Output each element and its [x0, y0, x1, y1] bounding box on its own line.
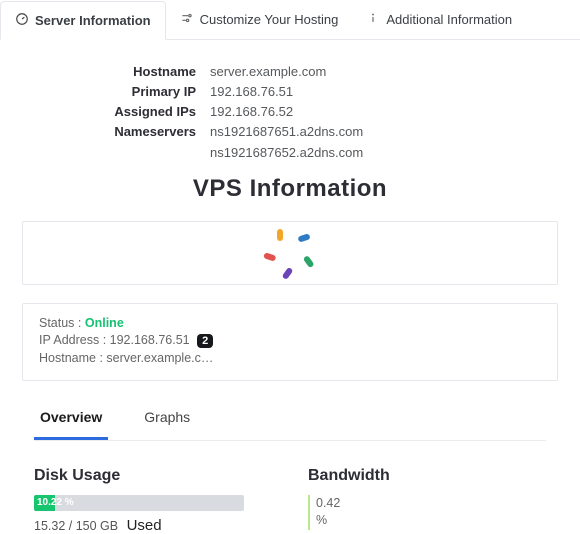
info-label: Hostname: [0, 62, 210, 82]
disk-usage-block: Disk Usage 10.22 % 15.32 / 150 GB Used: [34, 467, 272, 534]
vps-subtabs: Overview Graphs: [34, 399, 546, 441]
main-tabbar: Server Information Customize Your Hostin…: [0, 0, 580, 40]
subtab-overview[interactable]: Overview: [34, 399, 108, 440]
info-row-assigned-ips: Assigned IPs 192.168.76.52: [0, 102, 580, 122]
info-row-primary-ip: Primary IP 192.168.76.51: [0, 82, 580, 102]
loading-spinner-icon: [277, 240, 303, 266]
dashboard-icon: [15, 12, 29, 29]
info-row-nameservers: Nameservers ns1921687651.a2dns.com: [0, 122, 580, 142]
disk-usage-used-label: Used: [127, 517, 162, 534]
disk-usage-title: Disk Usage: [34, 467, 272, 485]
info-icon: [366, 11, 380, 28]
vps-loading-panel: [22, 221, 558, 285]
bandwidth-value: 0.42: [316, 495, 546, 513]
hostname-value: server.example.c…: [106, 351, 213, 365]
tab-label: Additional Information: [386, 12, 512, 27]
disk-usage-progress: 10.22 %: [34, 495, 244, 511]
info-row-hostname: Hostname server.example.com: [0, 62, 580, 82]
disk-usage-percent: 10.22 %: [37, 495, 74, 511]
status-value: Online: [85, 316, 124, 330]
vps-status-panel: Status : Online IP Address : 192.168.76.…: [22, 303, 558, 381]
disk-usage-detail: 15.32 / 150 GB Used: [34, 517, 272, 534]
usage-section: Disk Usage 10.22 % 15.32 / 150 GB Used B…: [34, 467, 546, 534]
info-label: Nameservers: [0, 122, 210, 142]
tab-label: Server Information: [35, 13, 151, 28]
ip-value: 192.168.76.51: [110, 333, 190, 347]
subtab-graphs[interactable]: Graphs: [138, 399, 196, 440]
info-value: server.example.com: [210, 62, 326, 82]
vps-title: VPS Information: [0, 175, 580, 203]
tab-additional-info[interactable]: Additional Information: [352, 0, 526, 39]
info-value: ns1921687652.a2dns.com: [210, 143, 363, 163]
info-label: [0, 143, 210, 163]
bandwidth-values: 0.42 %: [308, 495, 546, 530]
info-value: 192.168.76.51: [210, 82, 293, 102]
tab-label: Customize Your Hosting: [200, 12, 339, 27]
ip-line: IP Address : 192.168.76.51 2: [39, 333, 541, 348]
status-label: Status :: [39, 316, 81, 330]
server-info-list: Hostname server.example.com Primary IP 1…: [0, 62, 580, 163]
status-line: Status : Online: [39, 316, 541, 330]
bandwidth-block: Bandwidth 0.42 %: [308, 467, 546, 534]
disk-usage-amount: 15.32 / 150 GB: [34, 519, 118, 533]
hostname-label: Hostname :: [39, 351, 103, 365]
ip-label: IP Address :: [39, 333, 106, 347]
tab-customize-hosting[interactable]: Customize Your Hosting: [166, 0, 353, 39]
info-value: ns1921687651.a2dns.com: [210, 122, 363, 142]
hostname-line: Hostname : server.example.c…: [39, 351, 541, 365]
tab-server-information[interactable]: Server Information: [0, 1, 166, 40]
sliders-icon: [180, 11, 194, 28]
bandwidth-unit: %: [316, 512, 546, 530]
info-value: 192.168.76.52: [210, 102, 293, 122]
info-row-nameservers-2: ns1921687652.a2dns.com: [0, 143, 580, 163]
info-label: Assigned IPs: [0, 102, 210, 122]
ip-count-badge: 2: [197, 334, 213, 348]
info-label: Primary IP: [0, 82, 210, 102]
bandwidth-title: Bandwidth: [308, 467, 546, 485]
